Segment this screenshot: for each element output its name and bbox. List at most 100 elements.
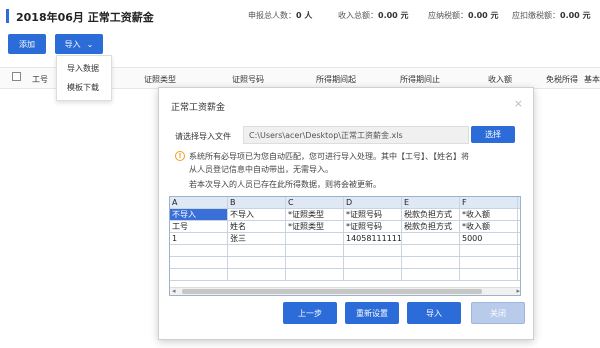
grid-row: 工号 姓名 *证照类型 *证照号码 税款负担方式 *收入额 * <box>170 221 520 233</box>
grid-cell[interactable] <box>460 257 518 269</box>
grid-column-header: D <box>344 197 402 209</box>
info-note: 从人员登记信息中自动带出，无需导入。 <box>189 165 333 174</box>
grid-cell[interactable]: 工号 <box>170 221 228 233</box>
grid-cell[interactable] <box>518 257 520 269</box>
grid-cell[interactable]: *证照号码 <box>344 221 402 233</box>
grid-cell[interactable]: 5000 <box>460 233 518 245</box>
column-header: 工号 <box>32 75 48 84</box>
grid-cell[interactable] <box>286 257 344 269</box>
import-button[interactable]: 导入 ⌄ <box>55 34 103 54</box>
grid-cell[interactable]: 1 <box>170 233 228 245</box>
warning-icon: ! <box>175 151 185 161</box>
stat-value: 0.00 元 <box>378 11 409 20</box>
stat-label: 应纳税额： <box>428 11 468 20</box>
add-button[interactable]: 添加 <box>8 34 46 54</box>
column-header: 证照类型 <box>144 75 176 84</box>
grid-column-header: G <box>518 197 520 209</box>
grid-cell[interactable]: *收入额 <box>460 221 518 233</box>
grid-cell[interactable]: 2 <box>518 233 520 245</box>
dialog-title: 正常工资薪金 <box>171 103 226 113</box>
import-submit-button[interactable]: 导入 <box>407 302 461 324</box>
reset-button[interactable]: 重新设置 <box>345 302 399 324</box>
stat-tax-withheld: 应扣缴税额：0.00 元 <box>512 10 591 21</box>
page-title: 2018年06月 正常工资薪金 <box>16 11 154 24</box>
column-header: 所得期间起 <box>316 75 356 84</box>
close-icon[interactable]: × <box>514 97 523 110</box>
grid-cell[interactable] <box>286 245 344 257</box>
stat-tax-payable: 应纳税额：0.00 元 <box>428 10 499 21</box>
grid-cell[interactable]: * <box>518 221 520 233</box>
column-mapping-grid: A B C D E F G 不导入 不导入 *证照类型 *证照号码 税款负担方式… <box>169 196 521 296</box>
grid-cell[interactable] <box>286 269 344 281</box>
close-button[interactable]: 关闭 <box>471 302 525 324</box>
grid-cell[interactable]: 140581111111 <box>344 233 402 245</box>
stat-value: 0 人 <box>296 11 313 20</box>
grid-cell[interactable] <box>402 257 460 269</box>
grid-cell[interactable]: 税款负担方式 <box>402 221 460 233</box>
grid-cell[interactable] <box>170 245 228 257</box>
select-all-checkbox[interactable] <box>12 72 21 81</box>
grid-row: 1 张三 140581111111 5000 2 <box>170 233 520 245</box>
stat-label: 申报总人数： <box>248 11 296 20</box>
grid-cell[interactable] <box>460 269 518 281</box>
horizontal-scrollbar[interactable]: ◂ ▸ <box>170 287 520 295</box>
column-header: 所得期间止 <box>400 75 440 84</box>
stat-value: 0.00 元 <box>560 11 591 20</box>
grid-cell[interactable]: *收入额 <box>460 209 518 221</box>
grid-cell[interactable] <box>402 269 460 281</box>
grid-cell[interactable] <box>228 269 286 281</box>
title-accent-bar <box>6 9 9 23</box>
grid-cell[interactable] <box>518 269 520 281</box>
grid-cell[interactable] <box>170 269 228 281</box>
stat-label: 收入总额： <box>338 11 378 20</box>
grid-cell[interactable]: 姓名 <box>228 221 286 233</box>
grid-cell[interactable] <box>402 245 460 257</box>
grid-cell[interactable] <box>344 257 402 269</box>
grid-cell[interactable] <box>228 257 286 269</box>
grid-cell[interactable] <box>170 257 228 269</box>
grid-row-mapping: 不导入 不导入 *证照类型 *证照号码 税款负担方式 *收入额 * <box>170 209 520 221</box>
grid-cell[interactable] <box>344 245 402 257</box>
file-path-input[interactable]: C:\Users\acer\Desktop\正常工资薪金.xls <box>243 126 469 144</box>
grid-cell[interactable]: 税款负担方式 <box>402 209 460 221</box>
scrollbar-thumb[interactable] <box>182 289 482 294</box>
grid-cell[interactable] <box>518 245 520 257</box>
grid-cell[interactable] <box>228 245 286 257</box>
info-note: 若本次导入的人员已存在此所得数据，则将会被更新。 <box>189 180 381 189</box>
grid-cell[interactable] <box>344 269 402 281</box>
file-label: 请选择导入文件 <box>175 132 231 141</box>
grid-column-header: C <box>286 197 344 209</box>
import-dialog: 正常工资薪金 × 请选择导入文件 C:\Users\acer\Desktop\正… <box>158 87 534 340</box>
grid-cell[interactable]: *证照类型 <box>286 221 344 233</box>
grid-cell[interactable]: 不导入 <box>170 209 228 221</box>
menu-item-import-data[interactable]: 导入数据 <box>57 60 111 77</box>
grid-cell[interactable]: 张三 <box>228 233 286 245</box>
previous-step-button[interactable]: 上一步 <box>283 302 337 324</box>
grid-cell[interactable]: * <box>518 209 520 221</box>
grid-row <box>170 257 520 269</box>
grid-column-header: B <box>228 197 286 209</box>
column-header: 基本 <box>584 75 600 84</box>
scroll-left-icon[interactable]: ◂ <box>172 287 176 295</box>
grid-column-header: A <box>170 197 228 209</box>
grid-cell[interactable] <box>286 233 344 245</box>
grid-column-header: F <box>460 197 518 209</box>
grid-cell[interactable] <box>402 233 460 245</box>
grid-cell[interactable]: 不导入 <box>228 209 286 221</box>
menu-item-template-download[interactable]: 模板下载 <box>57 79 111 96</box>
scroll-right-icon[interactable]: ▸ <box>516 287 520 295</box>
stat-total-income: 收入总额：0.00 元 <box>338 10 409 21</box>
stat-value: 0.00 元 <box>468 11 499 20</box>
stat-total-people: 申报总人数：0 人 <box>248 10 312 21</box>
import-button-label: 导入 <box>64 39 81 49</box>
choose-file-button[interactable]: 选择 <box>471 126 515 143</box>
grid-header-row: A B C D E F G <box>170 197 520 209</box>
grid-row <box>170 269 520 281</box>
column-header: 收入额 <box>488 75 512 84</box>
column-header: 证照号码 <box>232 75 264 84</box>
stat-label: 应扣缴税额： <box>512 11 560 20</box>
grid-cell[interactable]: *证照类型 <box>286 209 344 221</box>
grid-cell[interactable] <box>460 245 518 257</box>
column-header: 免税所得 <box>546 75 578 84</box>
grid-cell[interactable]: *证照号码 <box>344 209 402 221</box>
